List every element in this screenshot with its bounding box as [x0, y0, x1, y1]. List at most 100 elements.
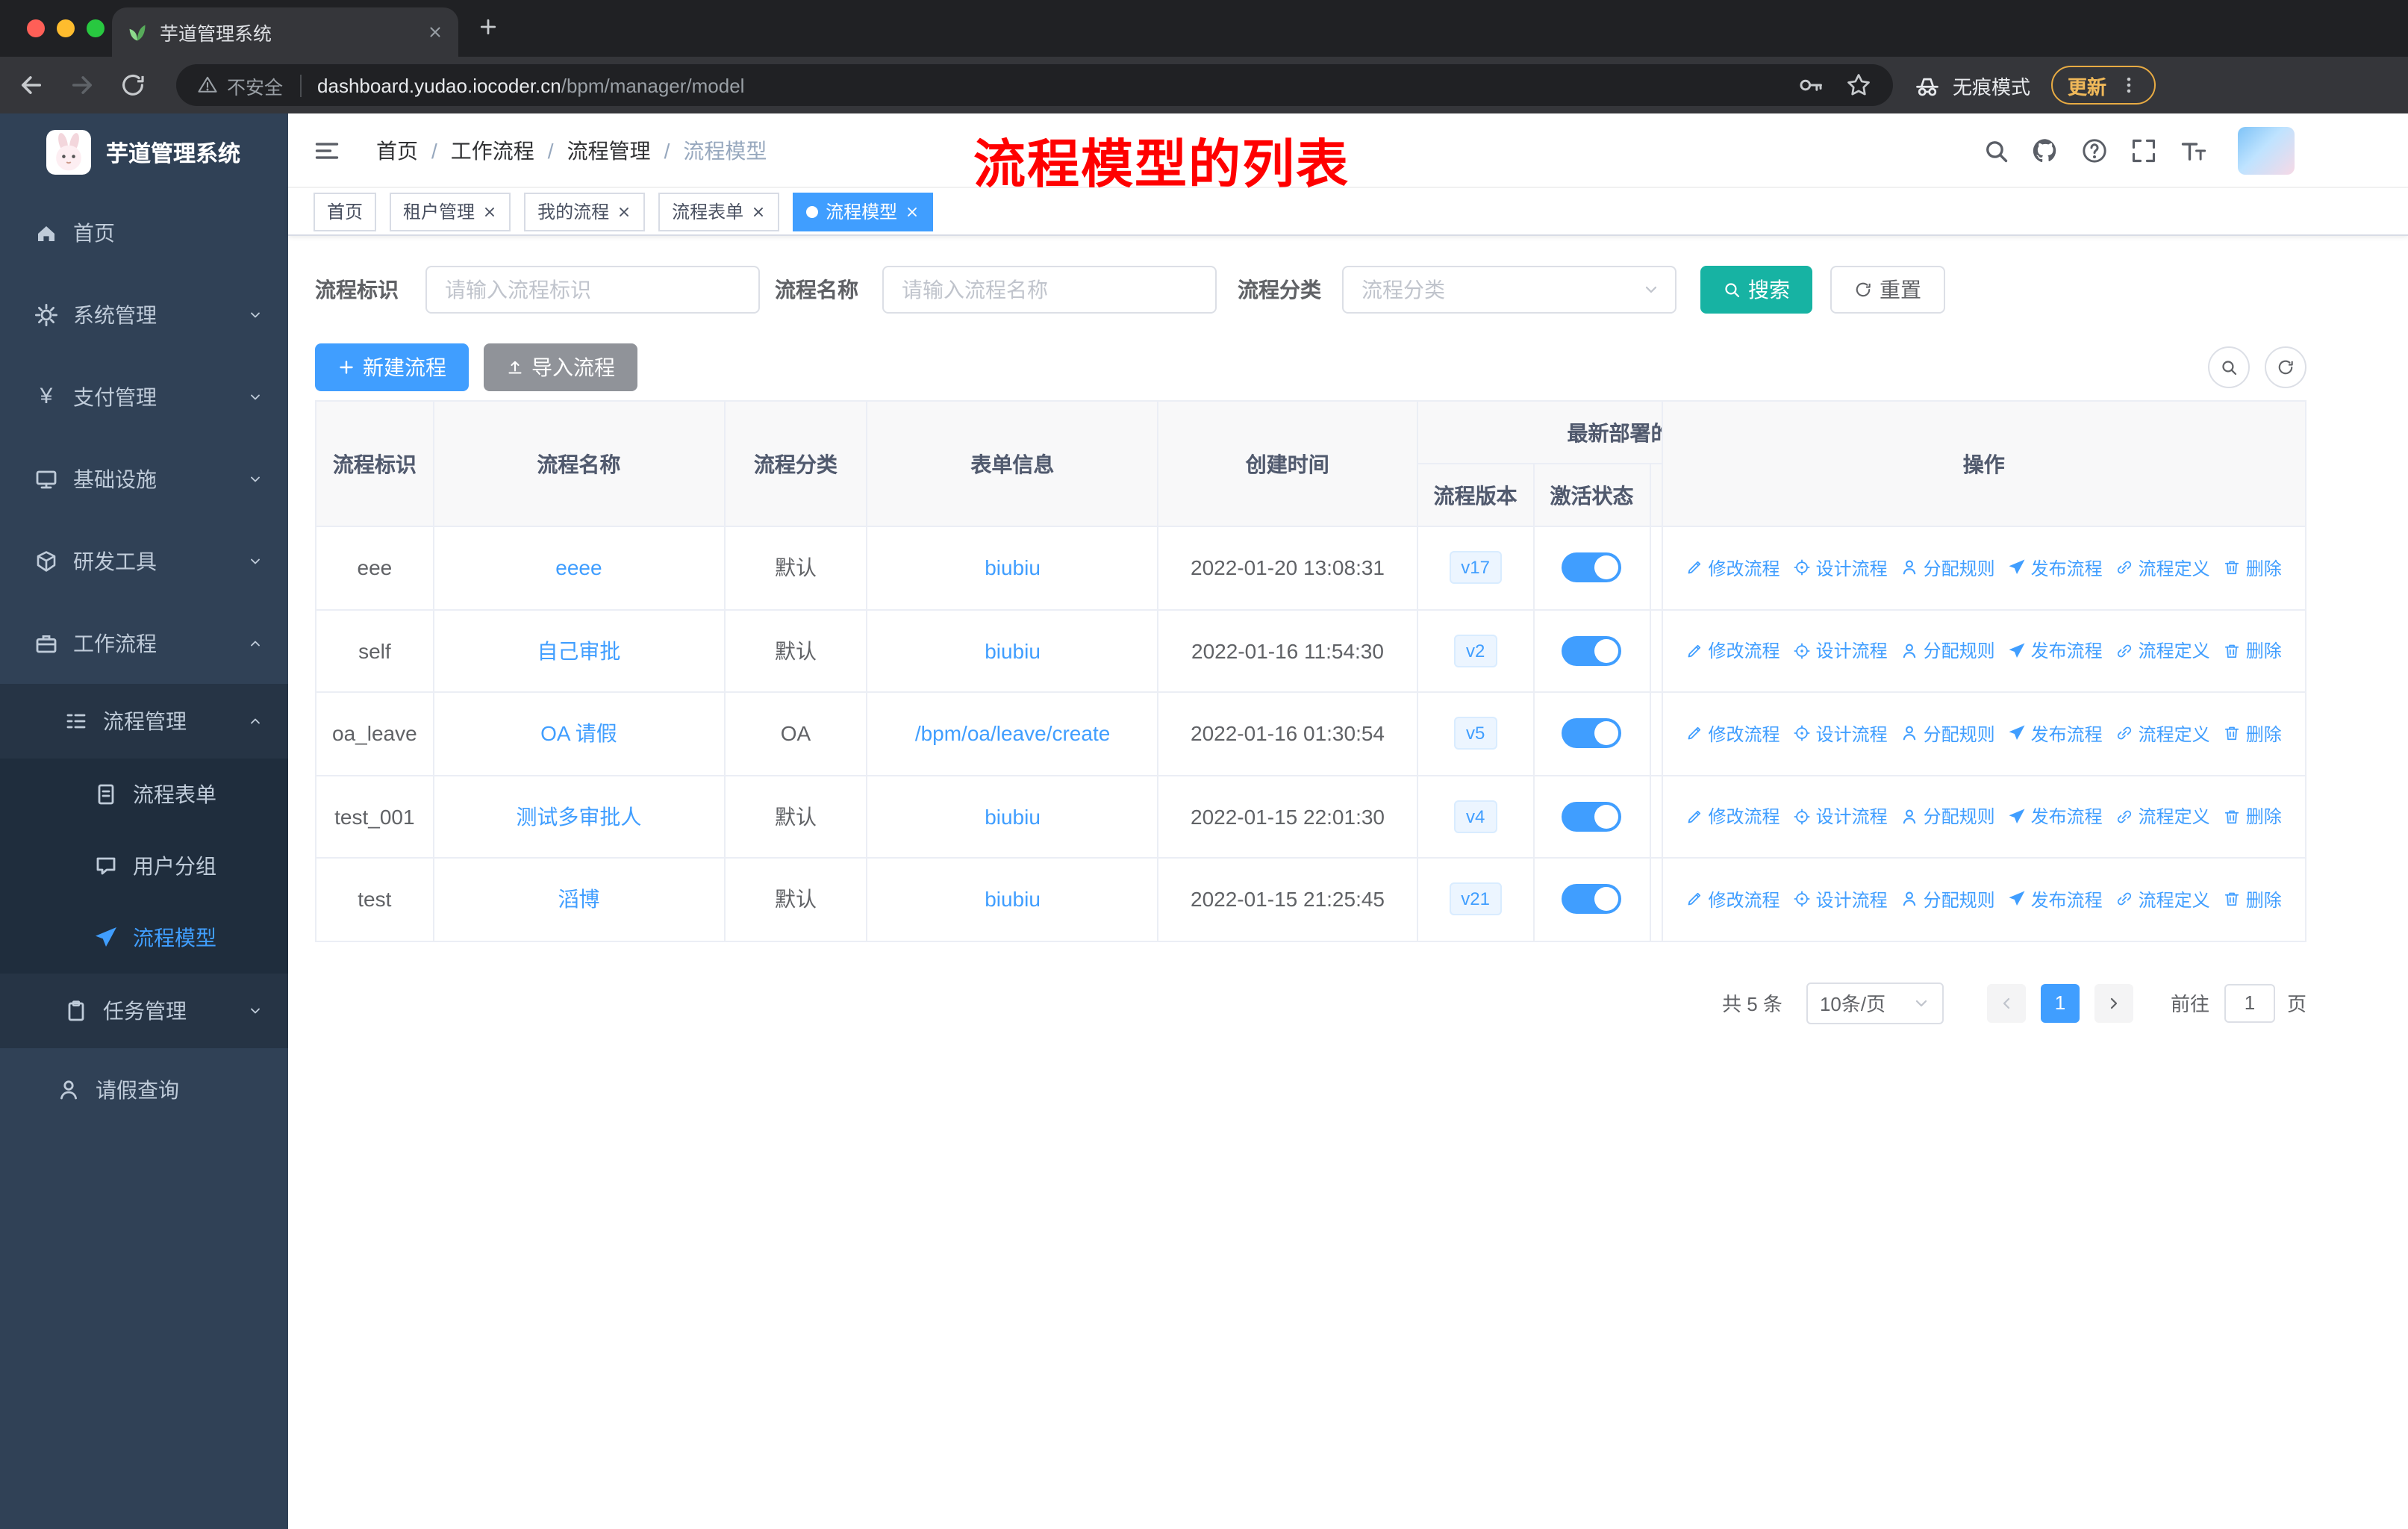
sidebar-item-process-mgmt[interactable]: 流程管理	[0, 684, 288, 759]
page-1-button[interactable]: 1	[2040, 983, 2080, 1022]
sidebar-item-infra[interactable]: 基础设施	[0, 437, 288, 520]
table-refresh-button[interactable]	[2265, 346, 2306, 388]
action-design-process[interactable]: 设计流程	[1794, 804, 1888, 829]
action-edit-process[interactable]: 修改流程	[1686, 555, 1780, 581]
action-design-process[interactable]: 设计流程	[1794, 555, 1888, 581]
status-toggle[interactable]	[1562, 801, 1622, 832]
model-name-link[interactable]: 测试多审批人	[516, 802, 641, 832]
github-icon[interactable]	[2032, 137, 2059, 164]
sidebar-item-process-model[interactable]: 流程模型	[0, 902, 288, 974]
close-window-button[interactable]	[27, 19, 45, 37]
user-avatar[interactable]	[2238, 127, 2295, 175]
reload-button[interactable]	[119, 72, 146, 99]
create-process-button[interactable]: 新建流程	[315, 343, 469, 391]
action-design-process[interactable]: 设计流程	[1794, 638, 1888, 664]
sidebar-item-leave-query[interactable]: 请假查询	[0, 1048, 288, 1130]
action-process-definition[interactable]: 流程定义	[2116, 638, 2210, 664]
search-icon[interactable]	[1983, 137, 2009, 164]
prev-page-button[interactable]	[1986, 983, 2026, 1022]
action-publish-process[interactable]: 发布流程	[2009, 555, 2103, 581]
action-assign-rule[interactable]: 分配规则	[1901, 638, 1995, 664]
model-name-link[interactable]: 自己审批	[537, 636, 620, 666]
model-name-link[interactable]: 滔博	[558, 885, 599, 915]
action-process-definition[interactable]: 流程定义	[2116, 721, 2210, 747]
status-toggle[interactable]	[1562, 635, 1622, 666]
reset-button[interactable]: 重置	[1830, 266, 1945, 314]
tag-item-my-process[interactable]: 我的流程	[524, 192, 646, 231]
tag-close-icon[interactable]	[617, 204, 631, 219]
action-assign-rule[interactable]: 分配规则	[1901, 555, 1995, 581]
tag-close-icon[interactable]	[905, 204, 920, 219]
model-name-link[interactable]: eeee	[555, 556, 602, 580]
password-key-icon[interactable]	[1797, 72, 1824, 99]
update-button[interactable]: 更新	[2051, 66, 2156, 105]
import-process-button[interactable]: 导入流程	[484, 343, 637, 391]
search-button[interactable]: 搜索	[1700, 266, 1812, 314]
action-delete[interactable]: 删除	[2224, 887, 2282, 912]
action-design-process[interactable]: 设计流程	[1794, 887, 1888, 912]
sidebar-item-user-group[interactable]: 用户分组	[0, 830, 288, 902]
action-publish-process[interactable]: 发布流程	[2009, 721, 2103, 747]
process-key-input[interactable]	[425, 266, 760, 314]
sidebar-item-payment[interactable]: ¥ 支付管理	[0, 355, 288, 437]
action-assign-rule[interactable]: 分配规则	[1901, 804, 1995, 829]
tag-item-process-form[interactable]: 流程表单	[658, 192, 780, 231]
action-publish-process[interactable]: 发布流程	[2009, 638, 2103, 664]
page-size-select[interactable]: 10条/页	[1806, 982, 1944, 1024]
action-process-definition[interactable]: 流程定义	[2116, 555, 2210, 581]
action-process-definition[interactable]: 流程定义	[2116, 804, 2210, 829]
category-select[interactable]: 流程分类	[1342, 266, 1676, 314]
action-assign-rule[interactable]: 分配规则	[1901, 887, 1995, 912]
form-info-link[interactable]: biubiu	[985, 639, 1041, 663]
sidebar-item-system[interactable]: 系统管理	[0, 273, 288, 355]
form-info-link[interactable]: biubiu	[985, 805, 1041, 829]
breadcrumb-workflow[interactable]: 工作流程	[451, 135, 534, 165]
zoom-window-button[interactable]	[87, 19, 105, 37]
form-info-link[interactable]: /bpm/oa/leave/create	[915, 722, 1111, 746]
address-bar[interactable]: 不安全 dashboard.yudao.iocoder.cn/bpm/manag…	[176, 64, 1893, 106]
process-name-input[interactable]	[882, 266, 1217, 314]
action-edit-process[interactable]: 修改流程	[1686, 804, 1780, 829]
bookmark-star-icon[interactable]	[1845, 72, 1872, 99]
form-info-link[interactable]: biubiu	[985, 888, 1041, 912]
action-design-process[interactable]: 设计流程	[1794, 721, 1888, 747]
action-delete[interactable]: 删除	[2224, 804, 2282, 829]
tag-close-icon[interactable]	[482, 204, 497, 219]
tag-item-process-model[interactable]: 流程模型	[793, 192, 934, 231]
action-process-definition[interactable]: 流程定义	[2116, 887, 2210, 912]
action-edit-process[interactable]: 修改流程	[1686, 638, 1780, 664]
browser-menu-icon[interactable]	[2118, 75, 2139, 96]
action-edit-process[interactable]: 修改流程	[1686, 721, 1780, 747]
fullscreen-icon[interactable]	[2130, 137, 2157, 164]
status-toggle[interactable]	[1562, 552, 1622, 583]
sidebar-toggle-button[interactable]	[314, 137, 340, 164]
sidebar-item-home[interactable]: 首页	[0, 191, 288, 273]
breadcrumb-home[interactable]: 首页	[376, 135, 418, 165]
action-edit-process[interactable]: 修改流程	[1686, 887, 1780, 912]
back-button[interactable]	[18, 72, 45, 99]
new-tab-button[interactable]	[478, 16, 499, 37]
sidebar-item-task-mgmt[interactable]: 任务管理	[0, 974, 288, 1048]
sidebar-item-workflow[interactable]: 工作流程	[0, 602, 288, 684]
tag-item-tenant[interactable]: 租户管理	[390, 192, 511, 231]
action-delete[interactable]: 删除	[2224, 555, 2282, 581]
action-delete[interactable]: 删除	[2224, 638, 2282, 664]
goto-page-input[interactable]	[2224, 983, 2275, 1022]
minimize-window-button[interactable]	[57, 19, 75, 37]
toggle-search-button[interactable]	[2208, 346, 2250, 388]
sidebar-item-devtools[interactable]: 研发工具	[0, 520, 288, 602]
model-name-link[interactable]: OA 请假	[540, 719, 617, 749]
action-publish-process[interactable]: 发布流程	[2009, 887, 2103, 912]
help-icon[interactable]	[2081, 137, 2108, 164]
action-delete[interactable]: 删除	[2224, 721, 2282, 747]
action-assign-rule[interactable]: 分配规则	[1901, 721, 1995, 747]
status-toggle[interactable]	[1562, 884, 1622, 915]
browser-tab[interactable]: 芋道管理系统	[112, 7, 458, 57]
breadcrumb-process-mgmt[interactable]: 流程管理	[567, 135, 651, 165]
tab-close-icon[interactable]	[427, 24, 443, 40]
forward-button[interactable]	[69, 72, 96, 99]
sidebar-item-process-form[interactable]: 流程表单	[0, 759, 288, 830]
form-info-link[interactable]: biubiu	[985, 556, 1041, 580]
action-publish-process[interactable]: 发布流程	[2009, 804, 2103, 829]
tag-item-home[interactable]: 首页	[314, 192, 377, 231]
